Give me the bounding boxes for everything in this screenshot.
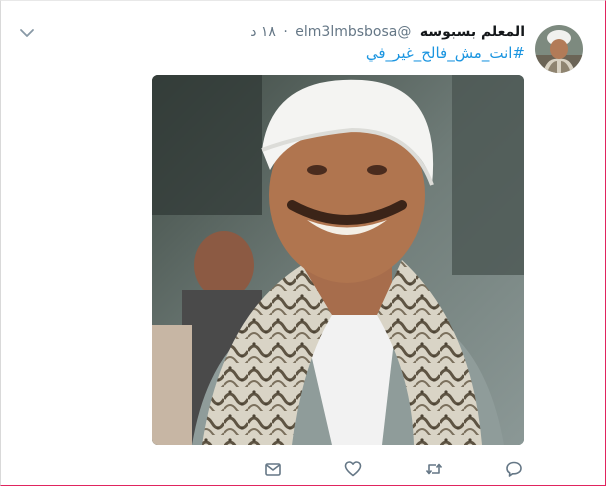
like-button[interactable] — [343, 459, 363, 479]
heart-icon — [344, 461, 362, 477]
tweet-timestamp[interactable]: ١٨ د — [250, 24, 276, 40]
direct-message-button[interactable] — [263, 459, 283, 479]
reply-button[interactable] — [504, 459, 524, 479]
separator-dot: · — [283, 24, 288, 40]
user-handle[interactable]: @elm3lmbsbosa — [295, 24, 411, 40]
tweet-media-photo[interactable] — [152, 75, 524, 445]
reply-icon — [506, 461, 522, 477]
avatar-image — [535, 25, 583, 73]
display-name[interactable]: المعلم بسبوسه — [420, 24, 525, 40]
avatar[interactable] — [535, 25, 583, 73]
hashtag-link[interactable]: #انت_مش_فالح_غير_في — [366, 43, 525, 63]
tweet-header: المعلم بسبوسه @elm3lmbsbosa · ١٨ د — [250, 22, 525, 42]
retweet-icon — [425, 463, 443, 475]
chevron-down-icon — [20, 29, 34, 37]
photo-image — [152, 75, 524, 445]
tweet-actions — [1, 459, 606, 479]
tweet-card: المعلم بسبوسه @elm3lmbsbosa · ١٨ د #انت_… — [0, 0, 606, 486]
envelope-icon — [265, 463, 281, 476]
retweet-button[interactable] — [424, 459, 444, 479]
tweet-menu-button[interactable] — [17, 23, 37, 43]
